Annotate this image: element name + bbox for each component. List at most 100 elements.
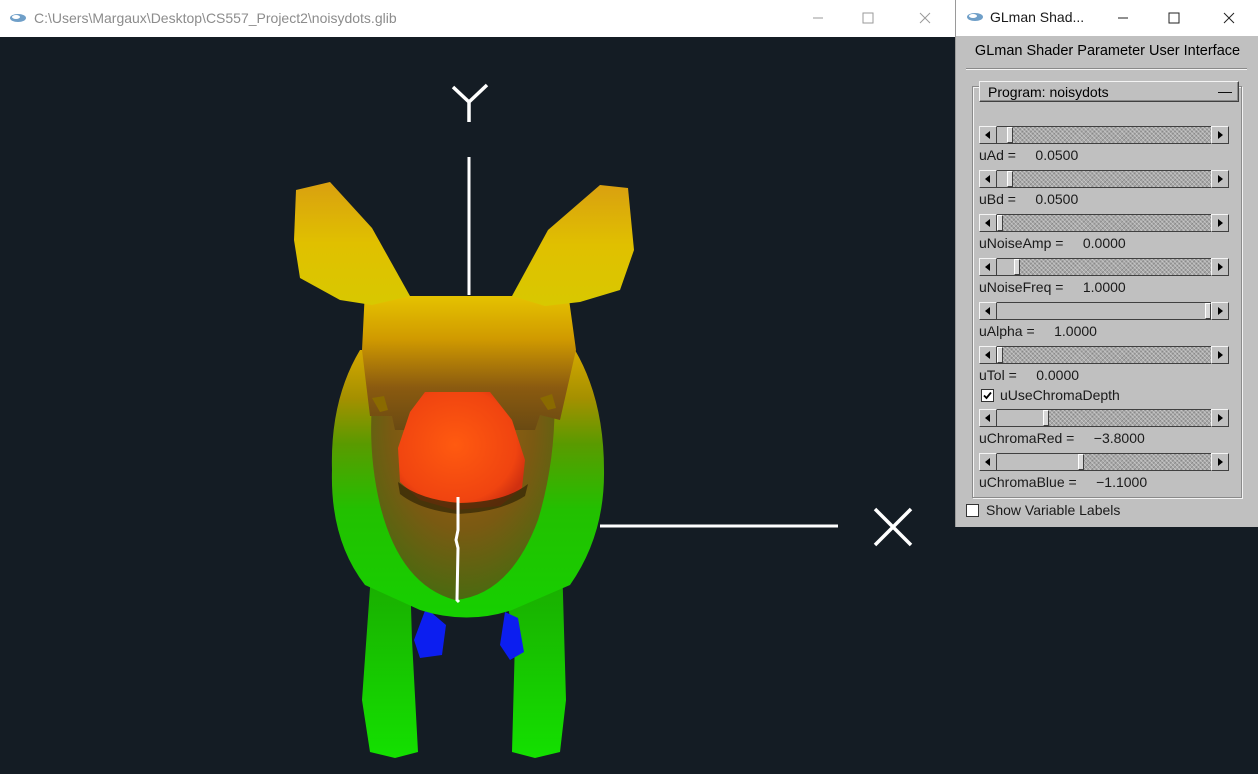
slider-fill: [997, 171, 1007, 187]
arrow-right-icon: [1218, 131, 1223, 139]
slider-thumb[interactable]: [997, 347, 1003, 363]
minimize-icon: [813, 17, 823, 19]
slider-track[interactable]: [997, 302, 1211, 320]
ualpha-slider[interactable]: [979, 302, 1229, 320]
slider-right-arrow-button[interactable]: [1211, 258, 1229, 276]
slider-right-arrow-button[interactable]: [1211, 346, 1229, 364]
y-axis-label-glyph: [451, 83, 489, 122]
program-rollout-header[interactable]: Program: noisydots —: [979, 81, 1239, 102]
utol-value-label: uTol = 0.0000: [979, 367, 1080, 383]
slider-fill: [997, 454, 1078, 470]
heading-divider: [966, 68, 1247, 70]
unoisefreq-slider[interactable]: [979, 258, 1229, 276]
panel-titlebar[interactable]: GLman Shad...: [956, 0, 1258, 36]
arrow-left-icon: [985, 307, 990, 315]
arrow-left-icon: [985, 263, 990, 271]
maximize-icon: [1168, 12, 1180, 24]
slider-right-arrow-button[interactable]: [1211, 214, 1229, 232]
viewer-titlebar[interactable]: C:\Users\Margaux\Desktop\CS557_Project2\…: [0, 0, 955, 37]
slider-thumb[interactable]: [1043, 410, 1049, 426]
arrow-left-icon: [985, 131, 990, 139]
slider-track[interactable]: [997, 214, 1211, 232]
ubd-value-label: uBd = 0.0500: [979, 191, 1079, 207]
pig-model: [294, 182, 634, 758]
slider-track[interactable]: [997, 409, 1211, 427]
panel-close-button[interactable]: [1206, 0, 1252, 36]
collapse-icon[interactable]: —: [1218, 83, 1232, 99]
arrow-left-icon: [985, 458, 990, 466]
slider-thumb[interactable]: [1078, 454, 1084, 470]
arrow-right-icon: [1218, 263, 1223, 271]
slider-right-arrow-button[interactable]: [1211, 126, 1229, 144]
slider-right-arrow-button[interactable]: [1211, 453, 1229, 471]
ualpha-value-label: uAlpha = 1.0000: [979, 323, 1097, 339]
panel-maximize-button[interactable]: [1151, 0, 1197, 36]
show-variable-labels-checkbox[interactable]: [966, 504, 979, 517]
slider-left-arrow-button[interactable]: [979, 302, 997, 320]
slider-track[interactable]: [997, 258, 1211, 276]
slider-right-arrow-button[interactable]: [1211, 409, 1229, 427]
maximize-icon: [862, 12, 874, 24]
arrow-right-icon: [1218, 351, 1223, 359]
arrow-left-icon: [985, 351, 990, 359]
minimize-button[interactable]: [795, 0, 841, 36]
x-axis-label-glyph: [873, 507, 913, 547]
slider-thumb[interactable]: [1014, 259, 1020, 275]
slider-track[interactable]: [997, 170, 1211, 188]
slider-left-arrow-button[interactable]: [979, 346, 997, 364]
unoiseamp-slider[interactable]: [979, 214, 1229, 232]
unoiseamp-value-label: uNoiseAmp = 0.0000: [979, 235, 1126, 251]
use-chroma-depth-label: uUseChromaDepth: [1000, 387, 1120, 403]
slider-fill: [997, 259, 1014, 275]
slider-track[interactable]: [997, 453, 1211, 471]
viewer-title: C:\Users\Margaux\Desktop\CS557_Project2\…: [34, 10, 397, 26]
show-variable-labels-label: Show Variable Labels: [986, 502, 1121, 518]
slider-track[interactable]: [997, 126, 1211, 144]
slider-fill: [997, 410, 1043, 426]
slider-fill: [997, 303, 1205, 319]
uchromared-slider[interactable]: [979, 409, 1229, 427]
slider-left-arrow-button[interactable]: [979, 214, 997, 232]
uchromablue-value-label: uChromaBlue = −1.1000: [979, 474, 1148, 490]
slider-thumb[interactable]: [1007, 127, 1013, 143]
arrow-right-icon: [1218, 458, 1223, 466]
close-icon: [1223, 12, 1235, 24]
uchromablue-slider[interactable]: [979, 453, 1229, 471]
arrow-right-icon: [1218, 414, 1223, 422]
slider-thumb[interactable]: [997, 215, 1003, 231]
slider-left-arrow-button[interactable]: [979, 453, 997, 471]
slider-left-arrow-button[interactable]: [979, 409, 997, 427]
slider-right-arrow-button[interactable]: [1211, 170, 1229, 188]
viewer-window: C:\Users\Margaux\Desktop\CS557_Project2\…: [0, 0, 955, 774]
slider-left-arrow-button[interactable]: [979, 258, 997, 276]
uad-value-label: uAd = 0.0500: [979, 147, 1079, 163]
uad-slider[interactable]: [979, 126, 1229, 144]
utol-slider[interactable]: [979, 346, 1229, 364]
panel-minimize-button[interactable]: [1100, 0, 1146, 36]
close-icon: [919, 12, 931, 24]
render-viewport[interactable]: [0, 37, 955, 774]
arrow-right-icon: [1218, 307, 1223, 315]
slider-fill: [997, 127, 1007, 143]
slider-left-arrow-button[interactable]: [979, 126, 997, 144]
arrow-right-icon: [1218, 219, 1223, 227]
slider-thumb[interactable]: [1007, 171, 1013, 187]
glman-app-icon: [10, 14, 26, 22]
use-chroma-depth-checkbox[interactable]: [981, 389, 994, 402]
close-button[interactable]: [902, 0, 948, 36]
maximize-button[interactable]: [845, 0, 891, 36]
ubd-slider[interactable]: [979, 170, 1229, 188]
unoisefreq-value-label: uNoiseFreq = 1.0000: [979, 279, 1126, 295]
y-axis: [451, 83, 489, 295]
slider-right-arrow-button[interactable]: [1211, 302, 1229, 320]
slider-left-arrow-button[interactable]: [979, 170, 997, 188]
program-label: Program: noisydots: [988, 84, 1109, 100]
arrow-left-icon: [985, 175, 990, 183]
glman-app-icon: [967, 13, 983, 21]
glman-panel-window: GLman Shad... GLman Shader Parameter Use…: [955, 0, 1258, 527]
slider-track[interactable]: [997, 346, 1211, 364]
arrow-right-icon: [1218, 175, 1223, 183]
checkmark-icon: [983, 391, 992, 400]
x-axis: [600, 507, 913, 547]
arrow-left-icon: [985, 414, 990, 422]
